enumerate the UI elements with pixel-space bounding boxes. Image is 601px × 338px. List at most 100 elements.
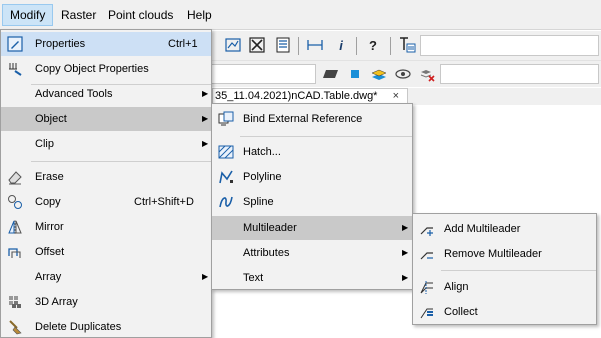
menu-item-label: Collect [444, 306, 478, 318]
menu-item-label: Array [35, 271, 62, 283]
menu-help[interactable]: Help [180, 4, 219, 26]
menu-item-text[interactable]: Text ▶ [212, 266, 412, 290]
properties-panel-icon[interactable] [274, 36, 292, 54]
menu-item-label: Object [35, 113, 67, 125]
menu-item-multileader[interactable]: Multileader ▶ [212, 216, 412, 240]
menu-item-label: Copy Object Properties [35, 63, 149, 75]
submenu-arrow-icon: ▶ [202, 89, 209, 98]
menu-item-array[interactable]: Array ▶ [1, 265, 211, 289]
submenu-arrow-icon: ▶ [202, 272, 209, 281]
object-submenu: Bind External Reference Hatch... Polylin… [211, 103, 413, 290]
toolbar-separator [298, 37, 299, 55]
menu-item-delete-duplicates[interactable]: Delete Duplicates [1, 315, 211, 338]
menu-item-label: Copy [35, 196, 61, 208]
menu-separator [31, 161, 211, 162]
menu-item-label: Clip [35, 138, 54, 150]
layer-stack-icon[interactable] [370, 65, 388, 83]
polyline-window-icon[interactable] [224, 36, 242, 54]
copy-properties-icon [7, 61, 23, 77]
menu-item-clip[interactable]: Clip ▶ [1, 132, 211, 156]
toolbar-separator [390, 37, 391, 55]
menu-item-add-multileader[interactable]: Add Multileader [413, 217, 596, 241]
menu-item-offset[interactable]: Offset [1, 240, 211, 264]
menu-modify[interactable]: Modify [2, 4, 54, 26]
eye-icon[interactable] [394, 65, 412, 83]
copy-icon [7, 194, 23, 210]
close-icon[interactable]: × [393, 89, 399, 104]
text-style-icon[interactable] [398, 36, 416, 54]
menu-item-bind-external-reference[interactable]: Bind External Reference [212, 107, 412, 131]
toolbar-separator [356, 37, 357, 55]
menu-item-label: Advanced Tools [35, 88, 113, 100]
menu-item-erase[interactable]: Erase [1, 165, 211, 189]
menu-item-label: Properties [35, 38, 86, 50]
menu-item-label: Multileader [243, 222, 297, 234]
submenu-arrow-icon: ▶ [402, 248, 409, 257]
add-multileader-icon [419, 221, 435, 237]
spline-icon [218, 194, 234, 210]
menu-separator [240, 136, 412, 137]
layer-fill-icon[interactable] [322, 65, 340, 83]
polyline-icon [218, 169, 234, 185]
menu-item-label: Hatch... [243, 146, 281, 158]
menu-item-properties[interactable]: Properties Ctrl+1 [1, 32, 211, 56]
dimension-icon[interactable] [306, 36, 324, 54]
hatch-icon [218, 144, 234, 160]
menu-item-label: Text [243, 272, 264, 284]
menu-item-label: Align [444, 281, 469, 293]
document-tab-title: 35_11.04.2021)nCAD.Table.dwg* [215, 90, 378, 102]
submenu-arrow-icon: ▶ [402, 273, 409, 282]
menu-item-label: Add Multileader [444, 223, 521, 235]
toolbar-combo-field[interactable] [420, 35, 599, 56]
menu-item-label: Bind External Reference [243, 113, 363, 125]
menu-item-label: 3D Array [35, 296, 78, 308]
delete-duplicates-icon [7, 319, 23, 335]
menu-item-copy-object-properties[interactable]: Copy Object Properties [1, 57, 211, 81]
menu-item-shortcut: Ctrl+1 [168, 38, 198, 50]
menu-bar: Modify Raster Point clouds Help [0, 0, 601, 30]
eraser-icon [7, 169, 23, 185]
toolbar-field[interactable] [212, 64, 316, 84]
menu-item-align[interactable]: Align [413, 275, 596, 299]
menu-item-hatch[interactable]: Hatch... [212, 140, 412, 164]
mirror-icon [7, 219, 23, 235]
menu-item-collect[interactable]: Collect [413, 300, 596, 324]
properties-icon [7, 36, 23, 52]
menu-item-shortcut: Ctrl+Shift+D [134, 196, 194, 208]
menu-item-remove-multileader[interactable]: Remove Multileader [413, 242, 596, 266]
offset-icon [7, 244, 23, 260]
menu-item-advanced-tools[interactable]: Advanced Tools ▶ [1, 82, 211, 106]
menu-item-label: Attributes [243, 247, 290, 259]
help-icon[interactable]: ? [364, 36, 382, 54]
submenu-arrow-icon: ▶ [402, 223, 409, 232]
submenu-arrow-icon: ▶ [202, 114, 209, 123]
layer-square-icon[interactable] [346, 65, 364, 83]
remove-multileader-icon [419, 246, 435, 262]
layer-delete-icon[interactable] [418, 65, 436, 83]
menu-raster[interactable]: Raster [54, 4, 103, 26]
trim-icon[interactable] [248, 36, 266, 54]
menu-item-label: Mirror [35, 221, 64, 233]
menu-item-3d-array[interactable]: 3D Array [1, 290, 211, 314]
menu-item-attributes[interactable]: Attributes ▶ [212, 241, 412, 265]
menu-item-label: Delete Duplicates [35, 321, 122, 333]
3d-array-icon [7, 294, 23, 310]
menu-item-label: Remove Multileader [444, 248, 542, 260]
menu-item-spline[interactable]: Spline [212, 190, 412, 214]
info-icon[interactable]: i [332, 36, 350, 54]
collect-multileader-icon [419, 304, 435, 320]
menu-item-mirror[interactable]: Mirror [1, 215, 211, 239]
layer-combo-field[interactable] [440, 64, 599, 84]
bind-xref-icon [218, 111, 234, 127]
menu-item-copy[interactable]: Copy Ctrl+Shift+D [1, 190, 211, 214]
multileader-submenu: Add Multileader Remove Multileader Align… [412, 213, 597, 325]
modify-menu: Properties Ctrl+1 Copy Object Properties… [0, 29, 212, 338]
menu-separator [441, 270, 596, 271]
menu-item-object[interactable]: Object ▶ [1, 107, 211, 131]
menu-item-polyline[interactable]: Polyline [212, 165, 412, 189]
menu-item-label: Spline [243, 196, 274, 208]
menu-item-label: Erase [35, 171, 64, 183]
align-multileader-icon [419, 279, 435, 295]
menu-item-label: Offset [35, 246, 65, 258]
menu-point-clouds[interactable]: Point clouds [101, 4, 180, 26]
